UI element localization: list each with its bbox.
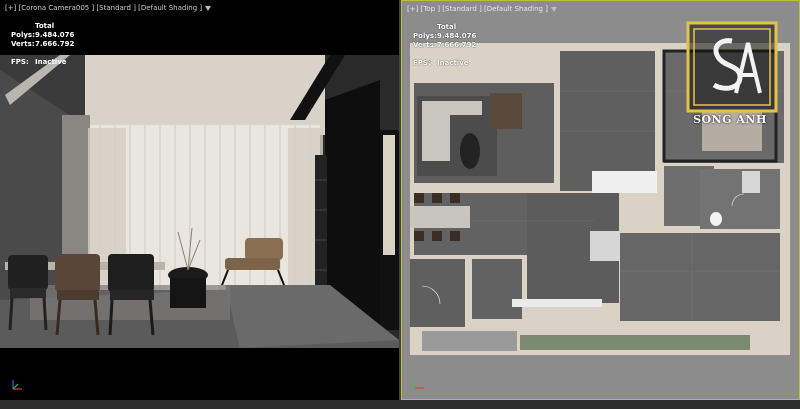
- viewport-label-text[interactable]: [+] [Corona Camera005 ] [Standard ] [Def…: [5, 4, 202, 12]
- stats-overlay: Total Polys:9.484.076 Verts:7.666.792: [11, 22, 74, 49]
- fps-overlay: FPS: Inactive: [11, 58, 67, 66]
- viewport-label-text[interactable]: [+] [Top ] [Standard ] [Default Shading …: [407, 5, 548, 13]
- fps-label: FPS:: [11, 58, 29, 66]
- verts-label: Verts:: [413, 41, 437, 49]
- polys-label: Polys:: [11, 31, 35, 39]
- filter-icon[interactable]: [550, 6, 557, 12]
- stats-header: Total: [437, 23, 457, 31]
- verts-value: 7.666.792: [35, 40, 75, 48]
- stats-header: Total: [35, 22, 55, 30]
- top-viewport[interactable]: SONG ANH [+] [Top ] [Standard ] [Default…: [401, 0, 800, 400]
- viewport-label[interactable]: [+] [Top ] [Standard ] [Default Shading …: [407, 5, 557, 13]
- song-anh-logo: [686, 21, 778, 113]
- verts-label: Verts:: [11, 40, 35, 48]
- polys-label: Polys:: [413, 32, 437, 40]
- logo-text: SONG ANH: [693, 113, 767, 126]
- viewport-label[interactable]: [+] [Corona Camera005 ] [Standard ] [Def…: [5, 4, 212, 12]
- fps-value: Inactive: [35, 58, 67, 66]
- verts-value: 7.666.792: [437, 41, 477, 49]
- axis-tripod-icon: [12, 380, 22, 390]
- stats-overlay: Total Polys:9.484.076 Verts:7.666.792: [413, 23, 476, 50]
- fps-value: Inactive: [437, 59, 469, 67]
- polys-value: 9.484.076: [437, 32, 477, 40]
- camera-viewport[interactable]: [+] [Corona Camera005 ] [Standard ] [Def…: [0, 0, 399, 400]
- fps-overlay: FPS: Inactive: [413, 59, 469, 67]
- fps-label: FPS:: [413, 59, 431, 67]
- axis-tripod-icon: [414, 379, 424, 389]
- bottom-status-strip: [0, 400, 800, 409]
- filter-icon[interactable]: [205, 5, 212, 11]
- polys-value: 9.484.076: [35, 31, 75, 39]
